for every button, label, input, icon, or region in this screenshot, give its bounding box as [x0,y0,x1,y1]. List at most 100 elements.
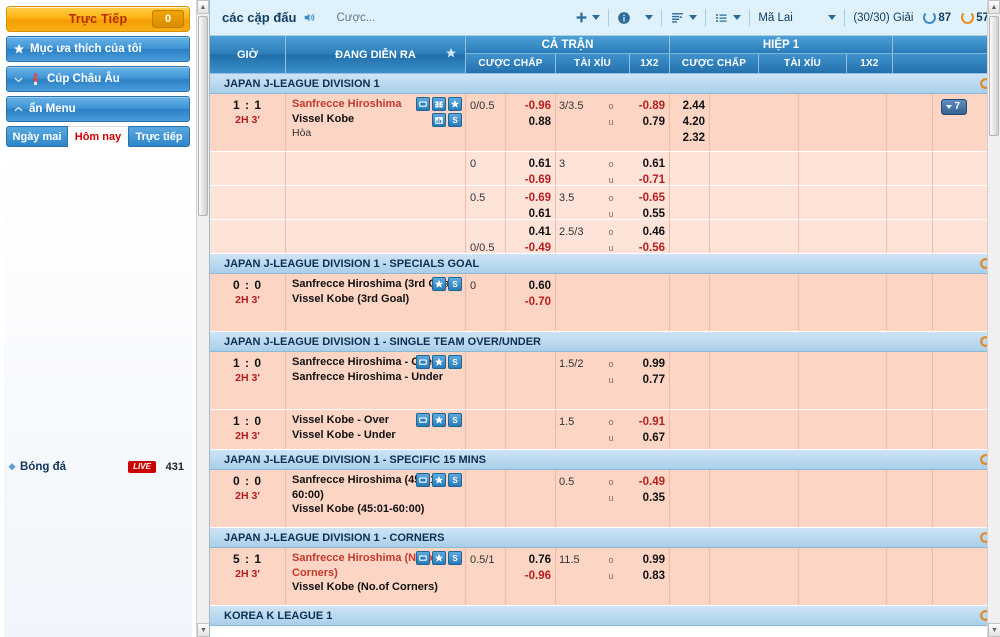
odds-value[interactable]: -0.65 [624,190,665,206]
cell-handicap-odds[interactable]: 0.61 -0.69 [506,152,556,186]
team-name[interactable]: Vissel Kobe (3rd Goal) [292,292,463,307]
cell-1x2-odds[interactable] [670,548,710,605]
cell-handicap-line[interactable] [466,470,506,527]
cell-handicap-line[interactable]: 0 [466,152,506,185]
tv-icon[interactable] [416,97,430,111]
main-scrollbar[interactable]: ▲ ▼ [987,0,1000,637]
cell-handicap-line[interactable]: 0.5 [466,186,506,219]
cell-handicap-odds[interactable] [506,470,556,527]
cell-first-half-overunder[interactable] [799,94,887,151]
odds-value[interactable]: 0.83 [624,568,665,584]
cell-handicap-line[interactable]: 0/0.5 [466,220,506,254]
cell-1x2-odds[interactable] [670,186,710,219]
s-icon[interactable]: S [448,551,462,565]
table-row[interactable]: 1 : 1 2H 3' Sanfrecce Hiroshima Vissel Kobe… [210,94,1000,152]
table-row[interactable]: 5 : 1 2H 3' Sanfrecce Hiroshima (No.of Cor… [210,548,1000,606]
odds-value[interactable]: 0.60 [506,278,551,294]
sidebar-scrollbar[interactable]: ▲ ▼ [196,0,209,637]
odds-value[interactable]: 0.67 [624,430,665,446]
odds-value[interactable]: -0.96 [506,568,551,584]
s-icon[interactable]: S [448,473,462,487]
odds-value[interactable]: 0.41 [506,224,551,240]
star-icon[interactable] [448,97,462,111]
tv-icon[interactable] [416,413,430,427]
cell-first-half-1x2[interactable] [887,152,933,185]
cell-first-half-overunder[interactable] [799,410,887,449]
live-button[interactable]: Trực Tiếp 0 [6,6,190,32]
cell-first-half-1x2[interactable] [887,220,933,253]
scroll-up-arrow[interactable]: ▲ [197,0,209,14]
cell-ou-line[interactable]: 2.5/3 [556,220,598,253]
scroll-down-arrow[interactable]: ▼ [197,623,209,637]
cell-first-half-overunder[interactable] [799,186,887,219]
table-row[interactable]: 0.5 -0.69 0.61 3.5 o u -0.65 0.55 [210,186,1000,220]
chevron-down-icon[interactable] [828,15,837,20]
odds-value[interactable]: 0.35 [624,490,665,506]
table-row[interactable]: 0/0.5 0.41 -0.49 2.5/3 o u 0.46 -0.56 [210,220,1000,254]
league-header[interactable]: JAPAN J-LEAGUE DIVISION 1 - CORNERS [210,528,1000,548]
cell-1x2-odds[interactable] [670,352,710,409]
favorites-item[interactable]: Mục ưa thích của tôi [6,36,190,62]
chevron-down-icon[interactable] [733,15,742,20]
s-icon[interactable]: S [448,413,462,427]
cell-first-half-1x2[interactable] [887,548,933,605]
cell-first-half-handicap[interactable] [710,274,799,331]
odds-value[interactable]: -0.89 [624,98,665,114]
cell-handicap-line[interactable]: 0.5/1 [466,548,506,605]
league-header[interactable]: JAPAN J-LEAGUE DIVISION 1 - SPECIFIC 15 … [210,450,1000,470]
cell-1x2-odds[interactable] [670,274,710,331]
tv-icon[interactable] [416,355,430,369]
odds-value[interactable]: -0.49 [624,474,665,490]
cell-first-half-handicap[interactable] [710,410,799,449]
league-header[interactable]: JAPAN J-LEAGUE DIVISION 1 - SINGLE TEAM … [210,332,1000,352]
scroll-thumb[interactable] [198,16,208,216]
cell-1x2-odds[interactable] [670,410,710,449]
cell-first-half-handicap[interactable] [710,220,799,253]
odds-value[interactable]: 0.61 [506,156,551,172]
cell-first-half-overunder[interactable] [799,274,887,331]
star-icon[interactable] [432,551,446,565]
star-icon[interactable] [432,277,446,291]
cell-first-half-handicap[interactable] [710,152,799,185]
cell-first-half-handicap[interactable] [710,186,799,219]
odds-value[interactable]: 2.32 [670,130,705,146]
star-icon[interactable] [432,413,446,427]
cell-ou-line[interactable]: 3.5 [556,186,598,219]
odds-value[interactable]: 0.79 [624,114,665,130]
chevron-down-icon[interactable] [689,15,698,20]
cell-1x2-odds[interactable] [670,470,710,527]
cell-ou-line[interactable]: 0.5 [556,470,598,527]
speaker-icon[interactable] [302,11,316,24]
tv-icon[interactable] [416,551,430,565]
scroll-down-arrow[interactable]: ▼ [988,623,1000,637]
table-row[interactable]: 1 : 0 2H 3' Vissel Kobe - Over Vissel Kobe … [210,410,1000,450]
cell-ou-line[interactable]: 1.5 [556,410,598,449]
cell-handicap-line[interactable]: 0/0.5 [466,94,506,151]
odds-value[interactable]: 0.99 [624,552,665,568]
odds-value[interactable]: 0.61 [624,156,665,172]
cell-ou-odds[interactable]: 0.99 0.77 [624,352,670,409]
odds-value[interactable]: 0.46 [624,224,665,240]
league-count[interactable]: (30/30) Giải [848,4,918,32]
cell-1x2-odds[interactable] [670,152,710,185]
odds-value[interactable]: 0.99 [624,356,665,372]
cell-handicap-odds[interactable] [506,410,556,449]
cell-first-half-handicap[interactable] [710,548,799,605]
s-icon[interactable]: S [448,355,462,369]
cell-ou-odds[interactable]: 0.61 -0.71 [624,152,670,186]
sidebar-item-b-ng[interactable]: ❖ Bóng đá LIVE 431 [4,149,192,637]
tab-tomorrow[interactable]: Ngày mai [6,126,68,147]
cell-ou-line[interactable]: 1.5/2 [556,352,598,409]
cell-first-half-1x2[interactable] [887,352,933,409]
star-icon[interactable] [445,47,457,62]
cell-first-half-1x2[interactable] [887,410,933,449]
odds-value[interactable]: -0.69 [506,190,551,206]
league-header[interactable]: JAPAN J-LEAGUE DIVISION 1 [210,74,1000,94]
tab-live[interactable]: Trực tiếp [129,126,190,147]
cell-first-half-handicap[interactable] [710,352,799,409]
chevron-down-icon[interactable] [592,15,601,20]
info-button[interactable] [612,4,636,32]
s-icon[interactable]: S [448,277,462,291]
chevron-down-icon[interactable] [13,74,24,85]
scroll-up-arrow[interactable]: ▲ [988,0,1000,14]
